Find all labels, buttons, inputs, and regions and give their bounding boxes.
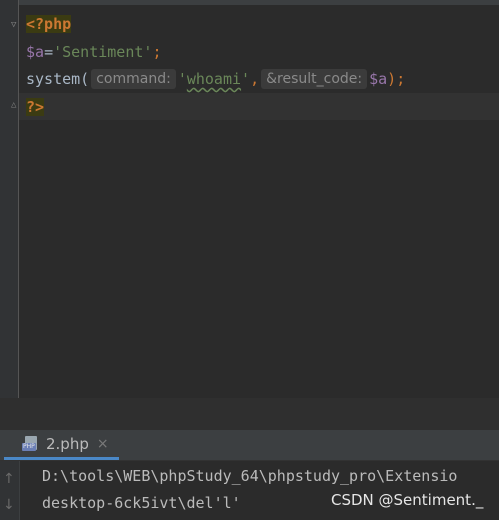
function-call: system( (26, 70, 90, 88)
assign-operator: = (44, 43, 54, 61)
arrow-up-icon[interactable]: ↑ (3, 471, 15, 487)
code-line-1[interactable]: <?php (26, 11, 72, 37)
string-literal: 'Sentiment' (53, 43, 153, 61)
editor-tab-strip (0, 0, 499, 5)
console-toolbar: ↑ ↓ (0, 461, 20, 520)
run-tool-window-bar: PHP 2.php × (0, 430, 499, 461)
string-argument: 'whoami' (178, 70, 250, 88)
code-line-4[interactable]: ?> (26, 94, 45, 120)
fold-marker-icon[interactable]: ▽ (11, 21, 18, 30)
caret-line-highlight (19, 93, 499, 120)
comma: , (250, 70, 260, 88)
code-line-3[interactable]: system(command:'whoami', &result_code: $a)… (26, 66, 405, 92)
php-file-icon: PHP (22, 435, 38, 452)
close-icon[interactable]: × (97, 436, 109, 452)
php-open-tag: <?php (26, 15, 72, 33)
php-close-tag: ?> (26, 98, 45, 116)
semicolon: ; (152, 43, 162, 61)
arrow-down-icon[interactable]: ↓ (3, 497, 15, 513)
console-output-line: desktop-6ck5ivt\del'l' (42, 494, 241, 512)
editor-bottom-area (0, 398, 499, 430)
close-paren-semicolon: ); (387, 70, 406, 88)
console-output-line: D:\tools\WEB\phpStudy_64\phpstudy_pro\Ex… (42, 467, 458, 485)
param-hint-command: command: (91, 69, 176, 89)
variable-a-arg: $a (369, 70, 388, 88)
code-line-2[interactable]: $a='Sentiment'; (26, 39, 161, 65)
run-tab-label: 2.php (46, 434, 89, 453)
run-tab-2-php[interactable]: PHP 2.php × (4, 430, 119, 460)
whoami-argument: 'whoami' (177, 70, 251, 88)
variable-a: $a (26, 43, 45, 61)
watermark: CSDN @Sentiment._ (331, 491, 484, 509)
editor-gutter: ▽ △ (0, 0, 19, 398)
code-editor[interactable]: ▽ △ <?php $a='Sentiment'; system(command… (0, 0, 499, 430)
fold-marker-icon[interactable]: △ (11, 101, 18, 110)
param-hint-result-code: &result_code: (261, 69, 368, 89)
